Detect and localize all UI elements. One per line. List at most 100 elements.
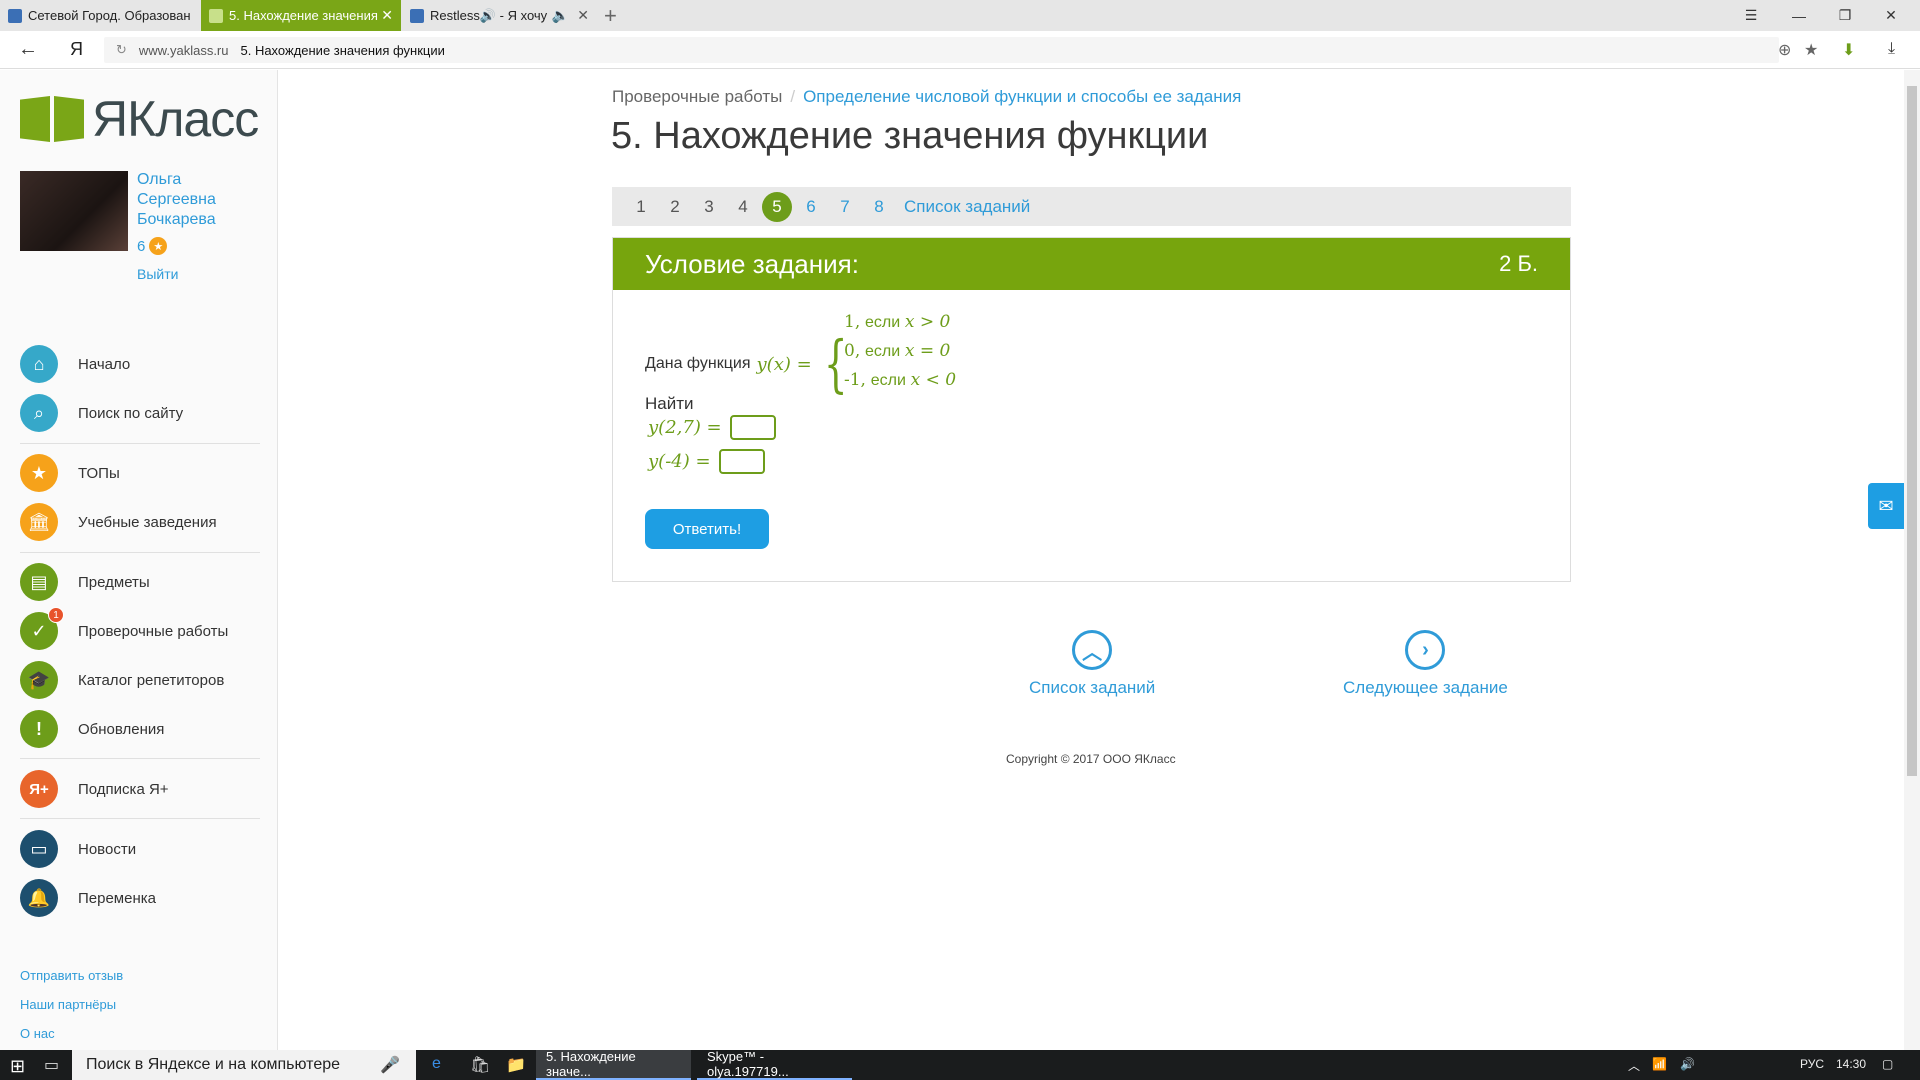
clock[interactable]: 14:30 bbox=[1836, 1057, 1866, 1071]
close-tab-icon[interactable]: ✕ bbox=[381, 7, 393, 24]
menu-item-subscription[interactable]: Я+ Подписка Я+ bbox=[20, 769, 260, 809]
task-view-icon[interactable]: ▭ bbox=[44, 1055, 59, 1075]
star-icon: ★ bbox=[149, 237, 168, 255]
ie-icon[interactable]: e bbox=[432, 1055, 441, 1073]
case-row: 1, если x > 0 bbox=[844, 312, 951, 332]
refresh-icon[interactable]: ↻ bbox=[116, 42, 127, 58]
avatar[interactable] bbox=[20, 171, 128, 251]
chat-icon: ▭ bbox=[20, 830, 58, 868]
chevron-up-icon: ︿ bbox=[1072, 630, 1113, 670]
logo[interactable]: ЯКласс bbox=[20, 90, 259, 148]
menu-item-schools[interactable]: 🏛 Учебные заведения bbox=[20, 502, 260, 542]
folder-icon[interactable]: 📁 bbox=[506, 1055, 526, 1075]
divider bbox=[20, 552, 260, 553]
book-logo-icon bbox=[20, 96, 84, 142]
check-icon: ✓ 1 bbox=[20, 607, 64, 650]
downloads-icon[interactable]: ⤓ bbox=[1888, 40, 1895, 58]
back-arrow-icon[interactable]: ← bbox=[18, 38, 38, 61]
page-3[interactable]: 3 bbox=[692, 197, 726, 217]
speaker-icon[interactable]: 🔈 bbox=[552, 7, 569, 24]
close-tab-icon[interactable]: ✕ bbox=[577, 7, 589, 24]
page-6[interactable]: 6 bbox=[794, 197, 828, 217]
case-row: 0, если x = 0 bbox=[844, 341, 951, 361]
store-icon[interactable]: 🛍 bbox=[470, 1055, 490, 1075]
task-card: Условие задания: 2 Б. Дана функция y(x) … bbox=[612, 237, 1571, 582]
bookmark-star-icon[interactable]: ★ bbox=[1804, 40, 1818, 60]
page-8[interactable]: 8 bbox=[862, 197, 896, 217]
menu-item-break[interactable]: 🔔 Переменка bbox=[20, 878, 260, 918]
logout-link[interactable]: Выйти bbox=[137, 266, 178, 282]
play-favicon-icon bbox=[410, 8, 424, 23]
menu-item-news[interactable]: ▭ Новости bbox=[20, 829, 260, 869]
menu-item-search[interactable]: ⌕ Поиск по сайту bbox=[20, 393, 260, 433]
divider bbox=[20, 818, 260, 819]
taskbar-app-skype[interactable]: Skype™ - olya.197719... bbox=[697, 1049, 852, 1080]
page-1[interactable]: 1 bbox=[624, 197, 658, 217]
tray-up-icon[interactable]: ︿ bbox=[1628, 1057, 1640, 1074]
yaklass-favicon-icon bbox=[209, 8, 223, 23]
next-task-nav[interactable]: › Следующее задание bbox=[1343, 630, 1508, 698]
copyright: Copyright © 2017 ООО ЯКласс bbox=[1006, 752, 1176, 766]
microphone-icon[interactable]: 🎤 bbox=[380, 1055, 400, 1075]
home-icon: ⌂ bbox=[20, 345, 58, 383]
url-field[interactable]: ↻ www.yaklass.ru 5. Нахождение значения … bbox=[104, 37, 1779, 63]
volume-icon[interactable]: 🔊 bbox=[1680, 1057, 1695, 1071]
mail-icon[interactable]: ✉ bbox=[1868, 483, 1904, 529]
page-4[interactable]: 4 bbox=[726, 197, 760, 217]
scroll-thumb[interactable] bbox=[1907, 86, 1917, 776]
sidebar: ЯКласс Ольга Сергеевна Бочкарева 6 ★ Вый… bbox=[0, 70, 278, 1050]
function-lhs: y(x) = bbox=[756, 353, 812, 375]
menu-icon[interactable]: ☰ bbox=[1728, 0, 1774, 31]
answer-button[interactable]: Ответить! bbox=[645, 509, 769, 549]
notification-badge: 1 bbox=[48, 607, 64, 623]
close-window-button[interactable]: ✕ bbox=[1868, 0, 1914, 31]
scrollbar[interactable] bbox=[1904, 70, 1920, 1050]
user-name-link[interactable]: Ольга Сергеевна Бочкарева bbox=[137, 170, 257, 230]
tab-music[interactable]: Restless🔊 - Я хочу 🔈 ✕ bbox=[402, 0, 597, 31]
notifications-icon[interactable]: ▢ bbox=[1882, 1057, 1893, 1071]
tab-yaklass[interactable]: 5. Нахождение значения ✕ bbox=[201, 0, 401, 31]
task-list-link[interactable]: Список заданий bbox=[904, 197, 1030, 217]
partners-link[interactable]: Наши партнёры bbox=[20, 997, 116, 1012]
function-cases: 1, если x > 0 0, если x = 0 -1, если x <… bbox=[844, 308, 956, 395]
menu-item-subjects[interactable]: ▤ Предметы bbox=[20, 562, 260, 602]
yandex-logo-icon[interactable]: Я bbox=[70, 39, 83, 60]
menu-item-tests[interactable]: ✓ 1 Проверочные работы bbox=[20, 607, 260, 651]
book-icon: ▤ bbox=[20, 563, 58, 601]
find-label: Найти bbox=[645, 394, 694, 413]
browser-tab-bar: Сетевой Город. Образован 5. Нахождение з… bbox=[0, 0, 1920, 31]
taskbar-app-browser[interactable]: 5. Нахождение значе... bbox=[536, 1049, 691, 1080]
page-7[interactable]: 7 bbox=[828, 197, 862, 217]
answer-input-1[interactable] bbox=[729, 415, 776, 440]
extension-icon[interactable]: ⬇ bbox=[1842, 40, 1855, 60]
feedback-link[interactable]: Отправить отзыв bbox=[20, 968, 123, 983]
minimize-button[interactable]: — bbox=[1776, 0, 1822, 31]
network-icon[interactable]: 📶 bbox=[1652, 1057, 1667, 1071]
question-row: y(2,7) = bbox=[648, 415, 776, 440]
new-tab-button[interactable]: + bbox=[604, 3, 617, 29]
menu-item-tutors[interactable]: 🎓 Каталог репетиторов bbox=[20, 660, 260, 700]
site-favicon-icon bbox=[8, 8, 22, 23]
menu-item-tops[interactable]: ★ ТОПы bbox=[20, 453, 260, 493]
restore-button[interactable]: ❐ bbox=[1822, 0, 1868, 31]
breadcrumb-current[interactable]: Определение числовой функции и способы е… bbox=[803, 87, 1241, 106]
address-bar: ← Я ↻ www.yaklass.ru 5. Нахождение значе… bbox=[0, 31, 1920, 69]
menu-item-home[interactable]: ⌂ Начало bbox=[20, 344, 260, 384]
language-indicator[interactable]: РУС bbox=[1800, 1057, 1824, 1071]
protect-icon[interactable]: ⊕ bbox=[1778, 40, 1791, 60]
breadcrumb-root[interactable]: Проверочные работы bbox=[612, 87, 782, 106]
page-title: 5. Нахождение значения функции bbox=[611, 115, 1209, 157]
about-link[interactable]: О нас bbox=[20, 1026, 55, 1041]
page-5-current[interactable]: 5 bbox=[762, 191, 792, 222]
breadcrumb: Проверочные работы / Определение числовой … bbox=[612, 87, 1242, 106]
star-icon: ★ bbox=[20, 454, 58, 492]
task-list-nav[interactable]: ︿ Список заданий bbox=[1029, 630, 1155, 698]
page-2[interactable]: 2 bbox=[658, 197, 692, 217]
user-points[interactable]: 6 ★ bbox=[137, 237, 168, 255]
windows-start-icon[interactable]: ⊞ bbox=[10, 1056, 25, 1077]
answer-input-2[interactable] bbox=[718, 449, 765, 474]
bell-icon: 🔔 bbox=[20, 879, 58, 917]
menu-item-updates[interactable]: ! Обновления bbox=[20, 709, 260, 749]
taskbar-search[interactable]: Поиск в Яндексе и на компьютере bbox=[72, 1050, 416, 1080]
tab-setevoy-gorod[interactable]: Сетевой Город. Образован bbox=[0, 0, 200, 31]
